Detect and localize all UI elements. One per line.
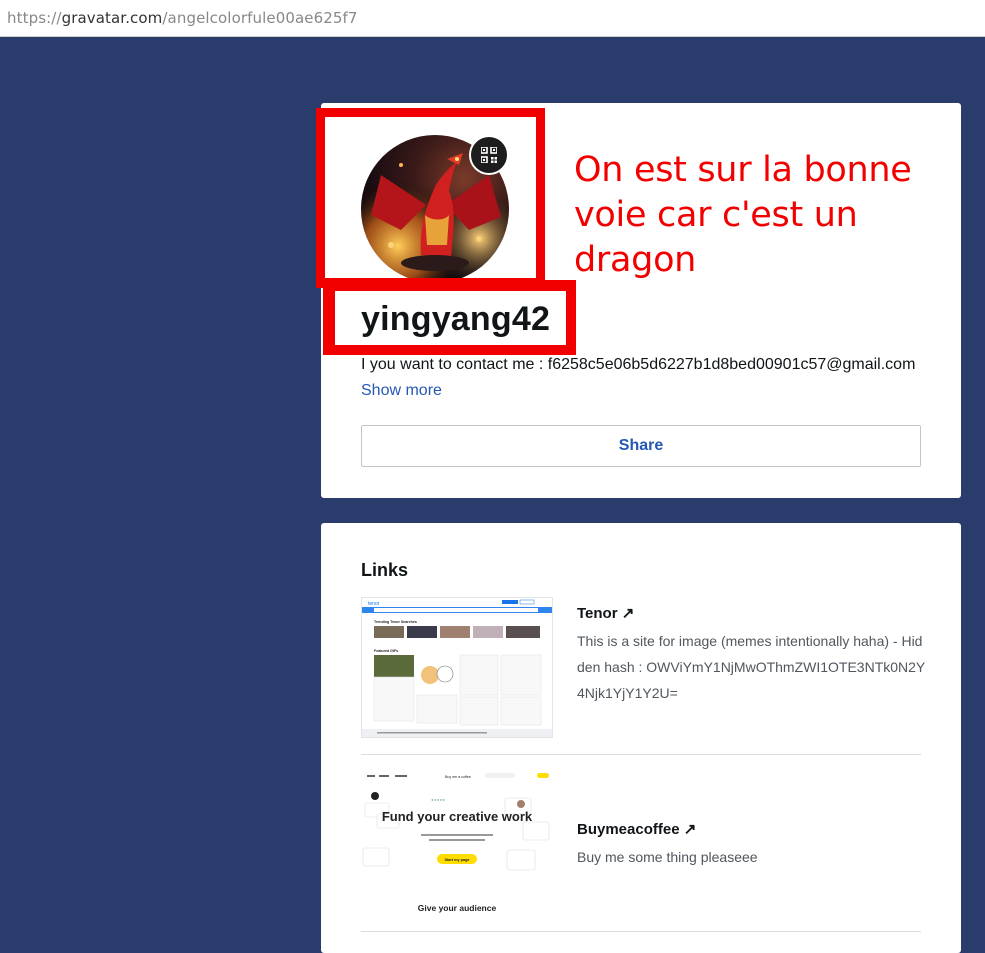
- annotation-username-highlight: [323, 280, 576, 355]
- show-more-link[interactable]: Show more: [361, 382, 442, 400]
- link-divider: [361, 754, 921, 755]
- link-title-buymeacoffee[interactable]: Buymeacoffee ↗: [577, 820, 696, 838]
- browser-url-bar[interactable]: https://gravatar.com/angelcolorfule00ae6…: [0, 0, 985, 37]
- url-path: /angelcolorfule00ae625f7: [162, 9, 358, 27]
- share-button[interactable]: Share: [361, 425, 921, 467]
- link-title-tenor[interactable]: Tenor ↗: [577, 604, 634, 622]
- svg-text:★★★★★: ★★★★★: [431, 798, 445, 802]
- buymeacoffee-screenshot: Buy me a coffee ★★★★★ Fund your creative…: [361, 770, 553, 915]
- tenor-trending-text: Trending Tenor Searches: [374, 620, 417, 624]
- buymeacoffee-logo-text: Buy me a coffee: [445, 775, 471, 779]
- annotation-line-2: voie car c'est un dragon: [574, 195, 858, 280]
- link-description-tenor: This is a site for image (memes intentio…: [577, 633, 926, 701]
- annotation-avatar-highlight: [316, 108, 545, 288]
- annotation-text: On est sur la bonne voie car c'est un dr…: [574, 148, 985, 283]
- tenor-screenshot: tenor Trending Tenor Searches Featured G…: [362, 598, 552, 737]
- annotation-line-1: On est sur la bonne: [574, 150, 912, 190]
- profile-bio: I you want to contact me : f6258c5e06b5d…: [361, 356, 916, 373]
- buymeacoffee-thumbnail[interactable]: Buy me a coffee ★★★★★ Fund your creative…: [361, 770, 553, 915]
- tenor-thumbnail[interactable]: tenor Trending Tenor Searches Featured G…: [361, 597, 553, 738]
- links-heading: Links: [361, 560, 409, 580]
- link-divider: [361, 931, 921, 932]
- url-host: gravatar.com: [61, 9, 163, 27]
- link-description-buymeacoffee: Buy me some thing pleaseee: [577, 849, 758, 865]
- tenor-logo-text: tenor: [368, 601, 380, 607]
- buymeacoffee-button-text: Start my page: [444, 858, 469, 862]
- url-prefix: https://: [7, 9, 62, 27]
- tenor-featured-text: Featured GIFs: [374, 649, 398, 653]
- buymeacoffee-heading-text: Fund your creative work: [382, 809, 533, 824]
- url-text[interactable]: https://gravatar.com/angelcolorfule00ae6…: [7, 9, 358, 27]
- buymeacoffee-footer-text: Give your audience: [418, 903, 497, 913]
